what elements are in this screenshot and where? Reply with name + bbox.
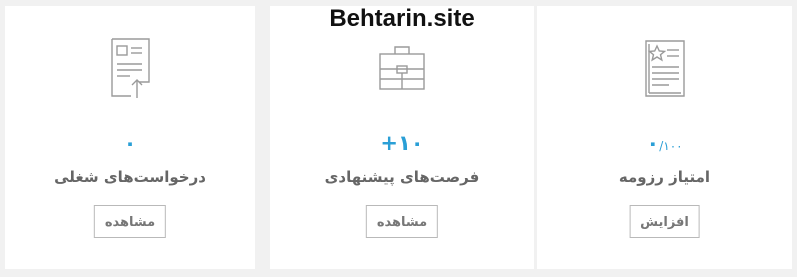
job-applications-count: ۰ [123, 131, 137, 155]
watermark-text: Behtarin.site [329, 5, 475, 32]
suggested-jobs-card: ۱۰+ فرصت‌های پیشنهادی مشاهده [270, 6, 534, 269]
resume-score-max: /۱۰۰ [659, 139, 683, 153]
suggested-jobs-title: فرصت‌های پیشنهادی [324, 168, 480, 186]
job-applications-view-button[interactable]: مشاهده [93, 205, 167, 238]
job-applications-card: ۰ درخواست‌های شغلی مشاهده [5, 6, 255, 269]
job-applications-title: درخواست‌های شغلی [54, 168, 206, 186]
suggested-jobs-count: ۱۰+ [380, 131, 424, 155]
resume-score-count: ۰/۱۰۰ [646, 131, 683, 155]
resume-score-title: امتیاز رزومه [618, 168, 711, 186]
resume-score-card: ۰/۱۰۰ امتیاز رزومه افزایش [537, 6, 792, 269]
document-upload-icon [100, 36, 160, 100]
resume-score-increase-button[interactable]: افزایش [629, 205, 700, 238]
briefcase-icon [372, 36, 432, 100]
suggested-jobs-view-button[interactable]: مشاهده [365, 205, 439, 238]
resume-star-icon [635, 36, 695, 100]
